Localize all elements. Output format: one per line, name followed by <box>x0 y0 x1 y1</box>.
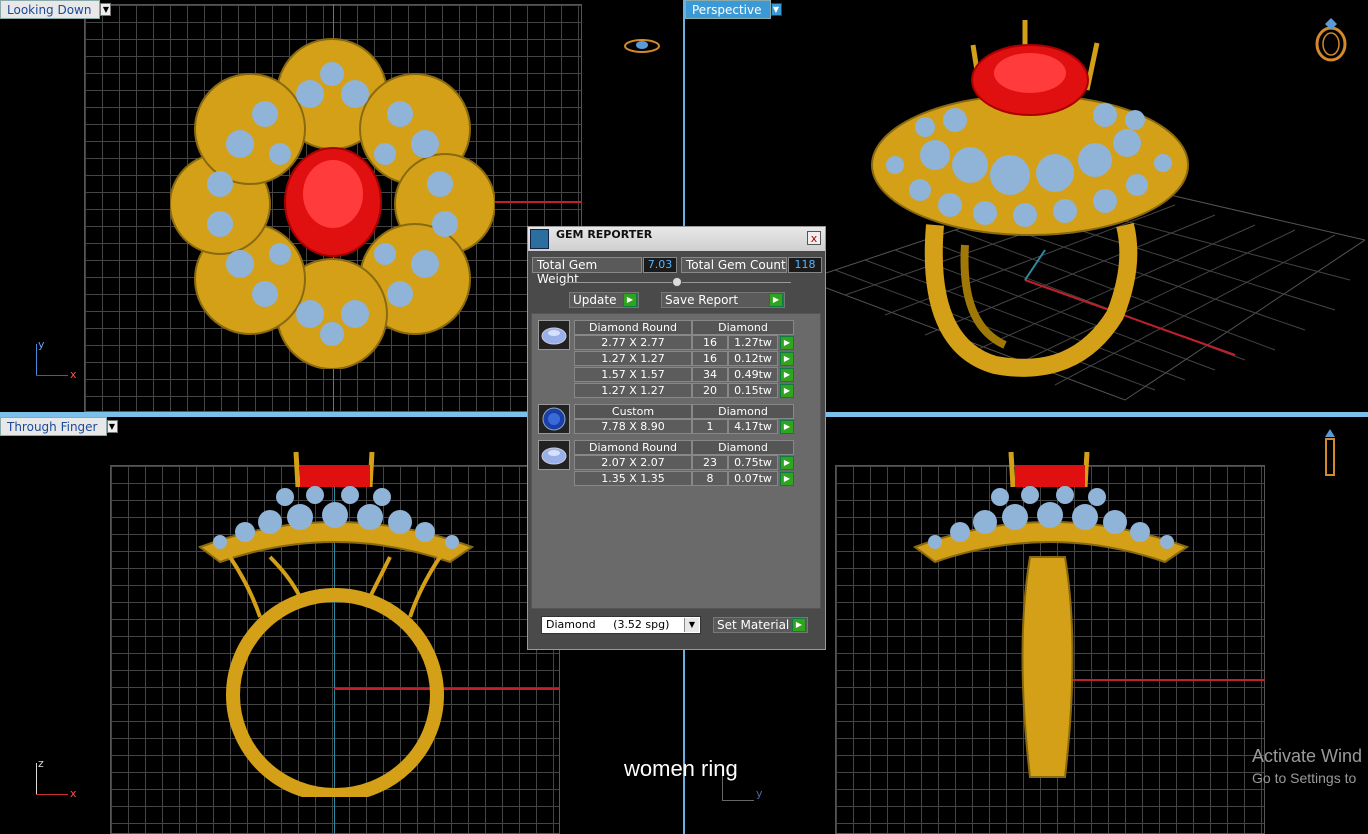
total-gem-count-value: 118 <box>788 257 822 273</box>
gem-shape-header: Diamond Round <box>574 440 692 455</box>
ring-side-orientation-icon <box>1325 429 1335 476</box>
gem-count: 16 <box>692 351 728 366</box>
update-button-label: Update <box>573 293 617 307</box>
gem-count: 8 <box>692 471 728 486</box>
axis-x-label: x <box>70 787 77 800</box>
play-icon[interactable]: ▶ <box>780 472 794 486</box>
gem-reporter-icon <box>530 229 549 249</box>
viewport-label-through-finger[interactable]: Through Finger ▼ <box>0 417 118 436</box>
gem-count: 23 <box>692 455 728 470</box>
caption-text: women ring <box>624 756 738 781</box>
gem-count: 1 <box>692 419 728 434</box>
gem-count: 16 <box>692 335 728 350</box>
gem-size: 1.57 X 1.57 <box>574 367 692 382</box>
viewport-label-text: Perspective <box>692 3 762 17</box>
gem-shape-header: Diamond Round <box>574 320 692 335</box>
total-gem-count-label: Total Gem Count <box>681 257 787 273</box>
gem-reporter-dialog[interactable]: GEM REPORTER x Total Gem Weight 7.03 Tot… <box>527 226 826 650</box>
play-icon: ▶ <box>623 293 637 307</box>
gem-size: 1.27 X 1.27 <box>574 383 692 398</box>
axis-x-label: x <box>70 368 77 381</box>
ring-front-view <box>197 451 475 797</box>
play-icon[interactable]: ▶ <box>780 384 794 398</box>
save-report-button-label: Save Report <box>665 293 739 307</box>
ring-thumbnail-icon <box>624 39 660 53</box>
ring-orientation-icon <box>1315 18 1347 62</box>
axis-indicator: y x <box>34 338 84 381</box>
axis-y-label: y <box>38 338 45 351</box>
chevron-down-icon[interactable]: ▼ <box>100 3 112 16</box>
set-material-button-label: Set Material <box>717 618 790 632</box>
update-button[interactable]: Update ▶ <box>569 292 639 308</box>
save-report-button[interactable]: Save Report ▶ <box>661 292 785 308</box>
play-icon[interactable]: ▶ <box>780 420 794 434</box>
gem-size: 1.27 X 1.27 <box>574 351 692 366</box>
gem-size: 2.77 X 2.77 <box>574 335 692 350</box>
custom-gem-icon[interactable] <box>538 404 570 434</box>
gem-weight: 4.17tw <box>728 419 778 434</box>
gem-weight: 0.75tw <box>728 455 778 470</box>
ring-top-view <box>170 38 495 369</box>
total-gem-weight-label: Total Gem Weight <box>532 257 642 286</box>
viewport-label-text: Through Finger <box>7 420 98 434</box>
gem-size: 7.78 X 8.90 <box>574 419 692 434</box>
chevron-down-icon[interactable]: ▼ <box>770 3 782 16</box>
gem-weight: 0.15tw <box>728 383 778 398</box>
gem-material-header: Diamond <box>692 320 794 335</box>
gem-size: 1.35 X 1.35 <box>574 471 692 486</box>
gem-size: 2.07 X 2.07 <box>574 455 692 470</box>
ring-perspective-view <box>871 20 1189 377</box>
play-icon[interactable]: ▶ <box>780 456 794 470</box>
viewport-label-perspective[interactable]: Perspective ▼ <box>685 0 782 19</box>
slider-handle[interactable] <box>672 277 682 287</box>
play-icon: ▶ <box>792 618 806 632</box>
gem-weight: 1.27tw <box>728 335 778 350</box>
axis-indicator: z x <box>34 757 84 800</box>
total-gem-weight-value: 7.03 <box>643 257 677 273</box>
play-icon[interactable]: ▶ <box>780 368 794 382</box>
axis-z-label: z <box>38 757 44 770</box>
material-select-value: Diamond (3.52 spg) <box>546 618 670 631</box>
activate-windows-subtitle: Go to Settings to <box>1252 770 1357 786</box>
play-icon: ▶ <box>769 293 783 307</box>
axis-y-label: y <box>756 787 763 800</box>
gem-list[interactable]: Diamond Round Diamond 2.77 X 2.77 16 1.2… <box>531 313 821 609</box>
gem-material-header: Diamond <box>692 440 794 455</box>
ring-side-view <box>912 451 1190 778</box>
gem-reporter-titlebar[interactable]: GEM REPORTER x <box>528 227 825 251</box>
gem-material-header: Diamond <box>692 404 794 419</box>
gem-count: 34 <box>692 367 728 382</box>
material-select[interactable]: Diamond (3.52 spg) ▼ <box>541 616 701 634</box>
chevron-down-icon[interactable]: ▼ <box>106 420 118 433</box>
gem-weight: 0.07tw <box>728 471 778 486</box>
viewport-label-looking-down[interactable]: Looking Down ▼ <box>0 0 112 19</box>
close-icon[interactable]: x <box>807 231 821 245</box>
gem-weight: 0.12tw <box>728 351 778 366</box>
gem-count: 20 <box>692 383 728 398</box>
chevron-down-icon[interactable]: ▼ <box>684 618 699 632</box>
round-gem-icon[interactable] <box>538 320 570 350</box>
gem-reporter-title: GEM REPORTER <box>556 228 653 241</box>
round-gem-icon[interactable] <box>538 440 570 470</box>
play-icon[interactable]: ▶ <box>780 336 794 350</box>
gem-shape-header: Custom <box>574 404 692 419</box>
activate-windows-title: Activate Wind <box>1252 746 1363 766</box>
play-icon[interactable]: ▶ <box>780 352 794 366</box>
gem-weight: 0.49tw <box>728 367 778 382</box>
set-material-button[interactable]: Set Material ▶ <box>713 617 808 633</box>
viewport-label-text: Looking Down <box>7 3 92 17</box>
